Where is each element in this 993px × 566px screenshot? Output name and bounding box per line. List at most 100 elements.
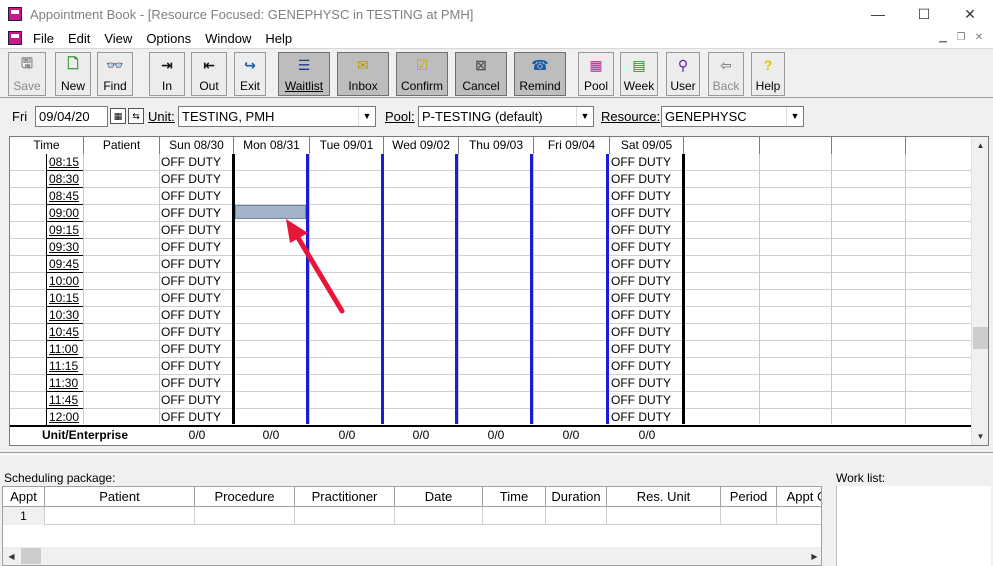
sched-cell[interactable]	[195, 507, 295, 525]
column-header-empty[interactable]	[684, 137, 760, 154]
column-header-sat-09-05[interactable]: Sat 09/05	[610, 137, 684, 154]
time-slot-row[interactable]: 10:45 OFF DUTY OFF DUTY	[10, 324, 972, 341]
sched-cell[interactable]	[483, 507, 546, 525]
column-header-fri-09-04[interactable]: Fri 09/04	[534, 137, 610, 154]
calendar-icon[interactable]: ▦	[110, 108, 126, 124]
chevron-down-icon[interactable]: ▼	[786, 107, 803, 126]
time-label[interactable]: 11:15	[46, 358, 84, 375]
sched-cell[interactable]	[721, 507, 777, 525]
sched-header-patient[interactable]: Patient	[45, 487, 195, 507]
menu-file[interactable]: File	[26, 31, 61, 46]
sched-cell[interactable]	[607, 507, 721, 525]
new-button[interactable]: 🗋 New	[55, 52, 91, 96]
column-header-empty[interactable]	[760, 137, 832, 154]
sched-cell[interactable]	[777, 507, 821, 525]
time-label[interactable]: 09:00	[46, 205, 84, 222]
time-label[interactable]: 10:30	[46, 307, 84, 324]
time-label[interactable]: 11:45	[46, 392, 84, 409]
sched-header-res-unit[interactable]: Res. Unit	[607, 487, 721, 507]
help-button[interactable]: ? Help	[751, 52, 785, 96]
time-slot-row[interactable]: 10:00 OFF DUTY OFF DUTY	[10, 273, 972, 290]
menu-options[interactable]: Options	[139, 31, 198, 46]
menu-window[interactable]: Window	[198, 31, 258, 46]
time-label[interactable]: 08:15	[46, 154, 84, 171]
time-label[interactable]: 10:00	[46, 273, 84, 290]
scroll-up-icon[interactable]: ▲	[972, 137, 988, 154]
confirm-button[interactable]: ☑ Confirm	[396, 52, 448, 96]
time-slot-row[interactable]: 08:45 OFF DUTY OFF DUTY	[10, 188, 972, 205]
menu-view[interactable]: View	[97, 31, 139, 46]
scroll-down-icon[interactable]: ▼	[972, 428, 988, 445]
time-slot-row[interactable]: 09:00 OFF DUTY OFF DUTY	[10, 205, 972, 222]
menu-help[interactable]: Help	[258, 31, 299, 46]
column-header-empty[interactable]	[906, 137, 972, 154]
scroll-thumb[interactable]	[973, 327, 988, 349]
sched-header-appt-c[interactable]: Appt C	[777, 487, 821, 507]
time-label[interactable]: 10:45	[46, 324, 84, 341]
in-button[interactable]: ⇥ In	[149, 52, 185, 96]
unit-select[interactable]: TESTING, PMH ▼	[178, 106, 376, 127]
time-slot-row[interactable]: 11:15 OFF DUTY OFF DUTY	[10, 358, 972, 375]
sched-header-period[interactable]: Period	[721, 487, 777, 507]
maximize-button[interactable]: ☐	[901, 0, 947, 28]
column-header-empty[interactable]	[832, 137, 906, 154]
time-label[interactable]: 09:15	[46, 222, 84, 239]
week-button[interactable]: ▤ Week	[620, 52, 658, 96]
table-row[interactable]: 1	[3, 507, 821, 525]
column-header-thu-09-03[interactable]: Thu 09/03	[459, 137, 534, 154]
column-header-sun-08-30[interactable]: Sun 08/30	[160, 137, 234, 154]
vertical-scrollbar[interactable]: ▲ ▼	[971, 137, 988, 445]
sched-header-time[interactable]: Time	[483, 487, 546, 507]
horizontal-scrollbar[interactable]: ◀ ▶	[3, 547, 821, 565]
inbox-button[interactable]: ✉ Inbox	[337, 52, 389, 96]
chevron-down-icon[interactable]: ▼	[576, 107, 593, 126]
cancel-button[interactable]: ⊠ Cancel	[455, 52, 507, 96]
sched-cell[interactable]	[546, 507, 607, 525]
remind-button[interactable]: ☎ Remind	[514, 52, 566, 96]
back-button[interactable]: ⇦ Back	[708, 52, 744, 96]
time-slot-row[interactable]: 11:45 OFF DUTY OFF DUTY	[10, 392, 972, 409]
chevron-down-icon[interactable]: ▼	[358, 107, 375, 126]
close-button[interactable]: ✕	[947, 0, 993, 28]
time-slot-row[interactable]: 08:15 OFF DUTY OFF DUTY	[10, 154, 972, 171]
calendar-nav-icon[interactable]: ⇆	[128, 108, 144, 124]
time-slot-row[interactable]: 08:30 OFF DUTY OFF DUTY	[10, 171, 972, 188]
column-header-tue-09-01[interactable]: Tue 09/01	[310, 137, 384, 154]
time-label[interactable]: 09:30	[46, 239, 84, 256]
time-slot-row[interactable]: 09:45 OFF DUTY OFF DUTY	[10, 256, 972, 273]
time-label[interactable]: 09:45	[46, 256, 84, 273]
scroll-right-icon[interactable]: ▶	[806, 548, 821, 565]
time-label[interactable]: 10:15	[46, 290, 84, 307]
time-slot-row[interactable]: 09:15 OFF DUTY OFF DUTY	[10, 222, 972, 239]
sched-cell[interactable]	[295, 507, 395, 525]
pool-select[interactable]: P-TESTING (default) ▼	[418, 106, 594, 127]
pool-button[interactable]: ▦ Pool	[578, 52, 614, 96]
mdi-minimize-icon[interactable]: ▁	[935, 30, 951, 44]
user-button[interactable]: ⚲ User	[666, 52, 700, 96]
time-label[interactable]: 11:00	[46, 341, 84, 358]
time-slot-row[interactable]: 09:30 OFF DUTY OFF DUTY	[10, 239, 972, 256]
time-slot-row[interactable]: 12:00 OFF DUTY OFF DUTY	[10, 409, 972, 426]
date-field[interactable]: 09/04/20	[35, 106, 108, 127]
sched-header-practitioner[interactable]: Practitioner	[295, 487, 395, 507]
work-list[interactable]	[836, 486, 991, 566]
document-icon[interactable]	[8, 31, 22, 45]
minimize-button[interactable]: —	[855, 0, 901, 28]
out-button[interactable]: ⇤ Out	[191, 52, 227, 96]
find-button[interactable]: 👓 Find	[97, 52, 133, 96]
mdi-restore-icon[interactable]: ❐	[953, 30, 969, 44]
sched-header-procedure[interactable]: Procedure	[195, 487, 295, 507]
sched-cell[interactable]	[395, 507, 483, 525]
sched-header-appt[interactable]: Appt	[3, 487, 45, 507]
column-header-wed-09-02[interactable]: Wed 09/02	[384, 137, 459, 154]
time-slot-row[interactable]: 11:00 OFF DUTY OFF DUTY	[10, 341, 972, 358]
scroll-thumb[interactable]	[21, 548, 41, 564]
time-label[interactable]: 08:30	[46, 171, 84, 188]
time-label[interactable]: 12:00	[46, 409, 84, 426]
column-header-time[interactable]: Time	[10, 137, 84, 154]
waitlist-button[interactable]: ☰ Waitlist	[278, 52, 330, 96]
time-slot-row[interactable]: 11:30 OFF DUTY OFF DUTY	[10, 375, 972, 392]
save-button[interactable]: 🖫 Save	[8, 52, 46, 96]
column-header-mon-08-31[interactable]: Mon 08/31	[234, 137, 310, 154]
time-label[interactable]: 11:30	[46, 375, 84, 392]
